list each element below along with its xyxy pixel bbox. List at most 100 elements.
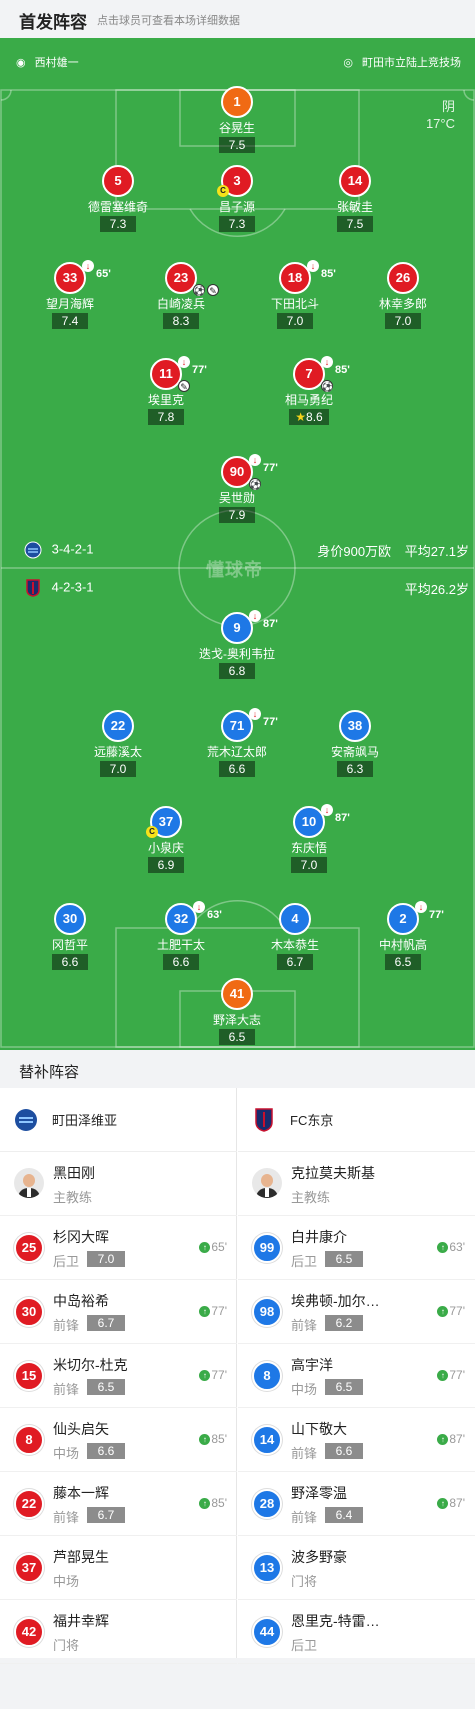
player-name: 山下敬大 [291, 1421, 347, 1437]
player-rating: 6.6 [52, 954, 88, 970]
player-name: 杉冈大晖 [53, 1229, 109, 1245]
player-rating: 7.0 [87, 1251, 125, 1267]
player-name: 芦部晃生 [53, 1549, 109, 1565]
player-name: 小泉庆 [147, 841, 184, 855]
coach-name: 克拉莫夫斯基 [291, 1165, 375, 1181]
sub-in: ↑ 63' [437, 1240, 465, 1254]
player-number: 41 [221, 978, 253, 1010]
referee: ◉ 西村雄一 [16, 57, 79, 69]
player-name: 荒木辽太郎 [206, 745, 267, 759]
player-rating: 7.3 [219, 216, 255, 232]
player-name: 仙头启矢 [53, 1421, 109, 1437]
bench-player-row[interactable]: 25 杉冈大晖 后卫 7.0 ↑ 65' [0, 1216, 237, 1280]
coach-row[interactable]: 黑田刚 主教练 [0, 1152, 237, 1216]
player-home[interactable]: 30 冈哲平 6.6 [10, 903, 130, 971]
player-number: 26 [387, 262, 419, 294]
bench-player-row[interactable]: 98 埃弗顿-加尔… 前锋 6.2 ↑ 77' [238, 1280, 475, 1344]
bench-right: FC东京 克拉莫夫斯基 主教练 99 白井康介 后卫 6.5 ↑ 63' 98 埃… [238, 1088, 475, 1664]
player-rating: 6.7 [87, 1315, 125, 1331]
player-away-gk[interactable]: 1 谷晃生 7.5 [177, 86, 297, 154]
player-home[interactable]: 71 ↓77' 荒木辽太郎 6.6 [177, 708, 297, 778]
player-home[interactable]: 9 ↓87' 迭戈-奥利韦拉 6.8 [177, 610, 297, 680]
sub-out: ↓85' [307, 260, 336, 288]
player-position: 前锋 [53, 1510, 80, 1525]
player-home[interactable]: 37 C 小泉庆 6.9 [106, 806, 226, 874]
bench-player-row[interactable]: 42 福井幸辉 门将 [0, 1600, 237, 1664]
player-away[interactable]: 7 ↓85' ⚽ 相马勇纪 ★8.6 [249, 356, 369, 426]
watermark: 懂球帝 [206, 560, 263, 580]
player-away[interactable]: 11 ↓77' ✎ 埃里克 7.8 [106, 356, 226, 426]
player-home[interactable]: 32 ↓63' 土肥干太 6.6 [121, 901, 241, 971]
player-away[interactable]: 14 张敏圭 7.5 [295, 165, 415, 233]
player-away[interactable]: 26 林幸多郎 7.0 [343, 262, 463, 330]
player-number: 44 [252, 1617, 282, 1647]
assist-icon: ✎ [207, 284, 219, 296]
bench-player-row[interactable]: 8 仙头启矢 中场 6.6 ↑ 85' [0, 1408, 237, 1472]
coach-row[interactable]: 克拉莫夫斯基 主教练 [238, 1152, 475, 1216]
player-away[interactable]: 18 ↓85' 下田北斗 7.0 [235, 260, 355, 330]
player-away[interactable]: 90 ↓77' ⚽ 吴世勋 7.9 [177, 454, 297, 524]
sub-out: ↓87' [249, 610, 278, 638]
player-home[interactable]: 38 安斋飒马 6.3 [295, 710, 415, 778]
captain-badge-icon: C [146, 826, 158, 838]
player-away[interactable]: 33 ↓65' 望月海辉 7.4 [10, 260, 130, 330]
bench-player-row[interactable]: 44 恩里克-特雷… 后卫 [238, 1600, 475, 1664]
bench-player-row[interactable]: 99 白井康介 后卫 6.5 ↑ 63' [238, 1216, 475, 1280]
sub-out-icon: ↓ [249, 610, 261, 622]
player-home[interactable]: 2 ↓77' 中村帆高 6.5 [343, 901, 463, 971]
sub-in: ↑ 85' [199, 1432, 227, 1446]
player-number: 13 [252, 1553, 282, 1583]
player-rating: 6.8 [219, 663, 255, 679]
player-home[interactable]: 10 ↓87' 东庆悟 7.0 [249, 804, 369, 874]
bench-player-row[interactable]: 30 中岛裕希 前锋 6.7 ↑ 77' [0, 1280, 237, 1344]
player-name: 埃弗顿-加尔… [291, 1293, 380, 1309]
player-away[interactable]: 3C 昌子源 7.3 [177, 165, 297, 233]
player-home[interactable]: 4 木本恭生 6.7 [235, 903, 355, 971]
player-number: 32 ↓63' [165, 901, 222, 935]
avatar [14, 1168, 44, 1198]
player-name: 野泽大志 [212, 1013, 261, 1027]
avatar [252, 1168, 282, 1198]
star-icon: ★ [295, 410, 307, 424]
bench-player-row[interactable]: 13 波多野豪 门将 [238, 1536, 475, 1600]
player-rating: 6.6 [163, 954, 199, 970]
sub-out: ↓63' [193, 901, 222, 929]
player-rating: 6.9 [148, 857, 184, 873]
bench: 町田泽维亚 黑田刚 主教练 25 杉冈大晖 后卫 7.0 ↑ 65' 30 中岛裕… [0, 1088, 475, 1664]
bench-player-row[interactable]: 8 高宇洋 中场 6.5 ↑ 77' [238, 1344, 475, 1408]
bench-player-row[interactable]: 28 野泽零温 前锋 6.4 ↑ 87' [238, 1472, 475, 1536]
bench-player-row[interactable]: 37 芦部晃生 中场 [0, 1536, 237, 1600]
player-name: 木本恭生 [270, 938, 319, 952]
captain-badge-icon: C [217, 185, 229, 197]
sub-out: ↓65' [82, 260, 111, 288]
player-number: 22 [102, 710, 134, 742]
sub-in: ↑ 87' [437, 1496, 465, 1510]
player-number: 22 [14, 1489, 44, 1519]
away-team-logo-icon [24, 541, 42, 559]
player-number: 18 ↓85' [279, 260, 336, 294]
player-name: 望月海辉 [45, 297, 94, 311]
player-home[interactable]: 22 远藤溪太 7.0 [58, 710, 178, 778]
bench-player-row[interactable]: 15 米切尔-杜克 前锋 6.5 ↑ 77' [0, 1344, 237, 1408]
stadium-icon: ◎ [343, 57, 353, 69]
player-name: 波多野豪 [291, 1549, 347, 1565]
player-name: 中村帆高 [378, 938, 427, 952]
player-position: 门将 [53, 1638, 80, 1653]
player-position: 前锋 [291, 1510, 318, 1525]
sub-in-icon: ↑ [437, 1370, 449, 1382]
sub-in: ↑ 65' [199, 1240, 227, 1254]
player-number: 37 C [146, 806, 182, 838]
sub-in: ↑ 77' [199, 1368, 227, 1382]
player-number: 98 [252, 1297, 282, 1327]
sub-in-icon: ↑ [437, 1498, 449, 1510]
bench-player-row[interactable]: 22 藤本一辉 前锋 6.7 ↑ 85' [0, 1472, 237, 1536]
home-team-info: 平均26.2岁 [404, 582, 469, 597]
player-away[interactable]: 23 ⚽ ✎ 白崎凌兵 8.3 [121, 262, 241, 330]
player-away[interactable]: 5 德雷塞维奇 7.3 [58, 165, 178, 233]
player-rating: 6.7 [87, 1507, 125, 1523]
player-number: 14 [252, 1425, 282, 1455]
bench-player-row[interactable]: 14 山下敬大 前锋 6.6 ↑ 87' [238, 1408, 475, 1472]
player-home-gk[interactable]: 41 野泽大志 6.5 [177, 978, 297, 1046]
away-team-info: 身价900万欧 平均27.1岁 [317, 544, 469, 559]
player-number: 9 ↓87' [221, 610, 278, 644]
